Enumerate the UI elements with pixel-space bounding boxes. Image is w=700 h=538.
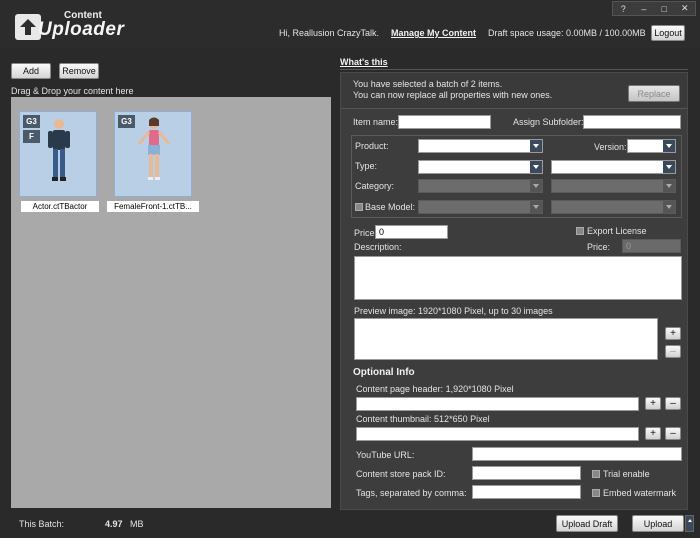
category-label: Category: [355, 181, 395, 191]
price-label: Price: [354, 228, 378, 238]
chevron-down-icon [530, 180, 542, 192]
close-icon[interactable]: ✕ [675, 2, 696, 15]
f-badge: F [23, 130, 40, 143]
upload-button[interactable]: Upload [632, 515, 684, 532]
subfolder-label: Assign Subfolder: [513, 117, 584, 127]
youtube-url-input[interactable] [472, 447, 682, 461]
preview-image-area[interactable] [354, 318, 658, 360]
base-model-select[interactable] [418, 200, 543, 214]
app-logo: Content Uploader [14, 10, 124, 42]
license-price-input[interactable]: 0 [622, 239, 681, 253]
export-license-label: Export License [587, 226, 647, 236]
chevron-down-icon [530, 161, 542, 173]
chevron-up-icon [687, 519, 692, 522]
drag-drop-hint: Drag & Drop your content here [11, 86, 134, 96]
logo-big-text: Uploader [38, 19, 125, 40]
help-icon[interactable]: ? [613, 2, 634, 15]
tags-label: Tags, separated by comma: [356, 488, 467, 498]
content-thumbnail-label: Content thumbnail: 512*650 Pixel [356, 414, 490, 424]
subtype-select[interactable] [551, 160, 676, 174]
subfolder-input[interactable] [583, 115, 681, 129]
draft-usage-text: Draft space usage: 0.00MB / 100.00MB [488, 28, 646, 38]
content-header-input[interactable] [356, 397, 639, 411]
remove-preview-button[interactable]: – [665, 345, 681, 358]
trial-enable-label: Trial enable [603, 469, 650, 479]
minimize-icon[interactable]: – [634, 2, 655, 15]
pack-id-label: Content store pack ID: [356, 469, 446, 479]
version-select[interactable] [627, 139, 676, 153]
description-label: Description: [354, 242, 402, 252]
content-item-name: FemaleFront-1.ctTB... [107, 201, 199, 212]
batch-size-unit: MB [130, 519, 144, 529]
item-name-input[interactable] [398, 115, 491, 129]
tags-input[interactable] [472, 485, 581, 499]
embed-watermark-checkbox[interactable] [592, 489, 600, 497]
window-controls: ? – □ ✕ [612, 1, 696, 16]
chevron-down-icon [530, 201, 542, 213]
female-character-thumbnail [137, 117, 171, 180]
remove-thumbnail-button[interactable]: – [665, 427, 681, 440]
whats-this-link[interactable]: What's this [340, 57, 388, 67]
content-thumbnail-input[interactable] [356, 427, 639, 441]
g3-badge: G3 [23, 115, 40, 128]
license-price-label: Price: [587, 242, 611, 252]
type-select[interactable] [418, 160, 543, 174]
price-input[interactable]: 0 [375, 225, 448, 239]
base-model-label: Base Model: [365, 202, 416, 212]
batch-notice-line1: You have selected a batch of 2 items. [353, 79, 503, 89]
pack-id-input[interactable] [472, 466, 581, 480]
batch-notice: You have selected a batch of 2 items. Yo… [341, 73, 687, 109]
remove-header-button[interactable]: – [665, 397, 681, 410]
chevron-down-icon [663, 201, 675, 213]
optional-info-title: Optional Info [353, 367, 415, 378]
manage-content-link[interactable]: Manage My Content [391, 28, 476, 38]
subcategory-select[interactable] [551, 179, 676, 193]
preview-image-label: Preview image: 1920*1080 Pixel, up to 30… [354, 306, 553, 316]
trial-enable-checkbox[interactable] [592, 470, 600, 478]
product-label: Product: [355, 141, 389, 151]
item-name-label: Item name: [353, 117, 399, 127]
chevron-down-icon [663, 180, 675, 192]
chevron-down-icon [530, 140, 542, 152]
base-model-checkbox[interactable] [355, 203, 363, 211]
add-preview-button[interactable]: + [665, 327, 681, 340]
add-thumbnail-button[interactable]: + [645, 427, 661, 440]
chevron-down-icon [663, 140, 675, 152]
male-character-thumbnail [48, 119, 70, 181]
youtube-url-label: YouTube URL: [356, 450, 415, 460]
header-divider [340, 69, 688, 70]
description-textarea[interactable] [354, 256, 682, 300]
batch-notice-line2: You can now replace all properties with … [353, 90, 553, 100]
add-header-button[interactable]: + [645, 397, 661, 410]
embed-watermark-label: Embed watermark [603, 488, 677, 498]
header-bar: Content Uploader ? – □ ✕ Hi, Reallusion … [0, 0, 700, 48]
content-header-label: Content page header: 1,920*1080 Pixel [356, 384, 514, 394]
replace-button[interactable]: Replace [628, 85, 680, 102]
version-label: Version: [594, 142, 627, 152]
greeting-text: Hi, Reallusion CrazyTalk. [279, 28, 380, 38]
batch-size-value: 4.97 [105, 519, 123, 529]
content-item[interactable]: G3 F [19, 111, 97, 197]
category-select[interactable] [418, 179, 543, 193]
add-button[interactable]: Add [11, 63, 51, 79]
base-model-sub-select[interactable] [551, 200, 676, 214]
content-drop-area[interactable]: G3 F Actor.ctTBactor G3 FemaleFront-1.ct… [11, 97, 331, 508]
product-select[interactable] [418, 139, 543, 153]
remove-button[interactable]: Remove [59, 63, 99, 79]
upload-options-arrow[interactable] [685, 515, 694, 532]
g3-badge: G3 [118, 115, 135, 128]
chevron-down-icon [663, 161, 675, 173]
content-item-name: Actor.ctTBactor [21, 201, 99, 212]
this-batch-label: This Batch: [19, 519, 65, 529]
maximize-icon[interactable]: □ [654, 2, 675, 15]
type-label: Type: [355, 161, 378, 171]
logout-button[interactable]: Logout [651, 25, 685, 41]
export-license-checkbox[interactable] [576, 227, 584, 235]
content-item[interactable]: G3 [114, 111, 192, 197]
upload-draft-button[interactable]: Upload Draft [556, 515, 618, 532]
